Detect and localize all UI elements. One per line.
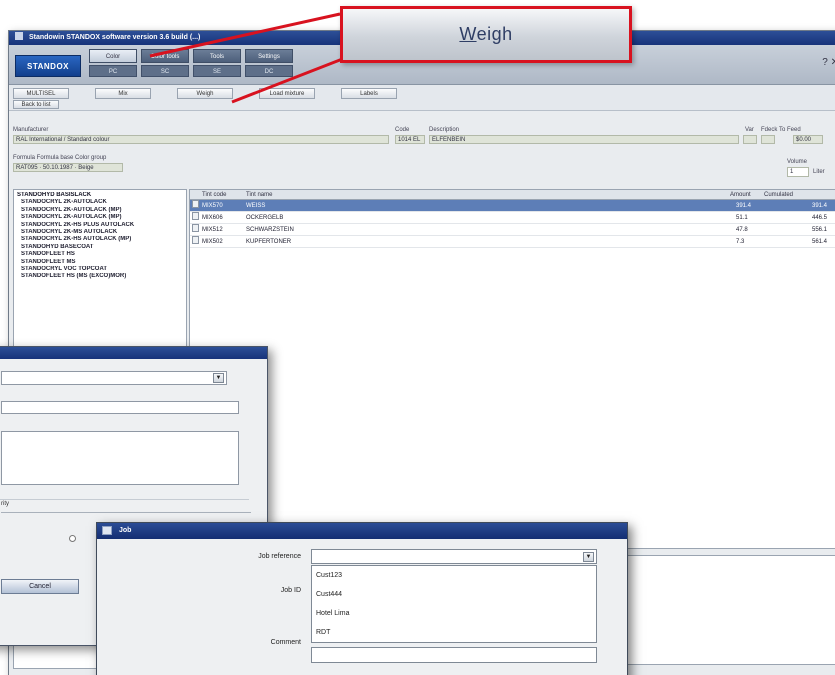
chevron-down-icon[interactable]: ▼: [213, 373, 224, 383]
weigh-callout: Weigh: [340, 6, 632, 63]
chevron-down-icon[interactable]: ▼: [583, 552, 594, 562]
divider: [1, 512, 251, 513]
pointer-line-button: [231, 56, 346, 104]
job-reference-dropdown-list: Cust123 Cust444 Hotel Lima RDT: [311, 565, 597, 643]
job-id-label: Job ID: [280, 587, 301, 594]
job-dialog-title: Job: [119, 527, 132, 534]
checkbox-label-fragment: rity: [1, 501, 9, 507]
dropdown-option[interactable]: Cust444: [312, 585, 596, 604]
divider: [0, 499, 249, 500]
callout-label: Weigh: [459, 24, 512, 45]
screenshot-stage: Standowin STANDOX software version 3.6 b…: [0, 0, 835, 675]
cancel-button[interactable]: Cancel: [1, 579, 79, 594]
callout-label-rest: eigh: [476, 24, 513, 44]
pointer-line-tab: [149, 12, 341, 58]
dropdown-option[interactable]: Cust123: [312, 566, 596, 585]
radio-button[interactable]: [69, 535, 76, 542]
job-dialog: Job Job reference ▼ Cust123 Cust444 Hote…: [96, 522, 628, 675]
comment-field[interactable]: [311, 647, 597, 663]
job-dialog-titlebar: Job: [97, 523, 627, 539]
left-dialog-titlebar: [0, 347, 267, 359]
left-dialog-textarea[interactable]: [1, 431, 239, 485]
dialog-icon: [102, 526, 112, 535]
callout-mnemonic: W: [459, 24, 477, 44]
left-dialog-input[interactable]: [1, 401, 239, 414]
job-reference-label: Job reference: [258, 553, 301, 560]
job-reference-combo[interactable]: ▼: [311, 549, 597, 564]
left-dialog-combo[interactable]: ▼: [1, 371, 227, 385]
dropdown-option[interactable]: Hotel Lima: [312, 604, 596, 623]
comment-label: Comment: [270, 639, 301, 646]
dropdown-option[interactable]: RDT: [312, 623, 596, 642]
